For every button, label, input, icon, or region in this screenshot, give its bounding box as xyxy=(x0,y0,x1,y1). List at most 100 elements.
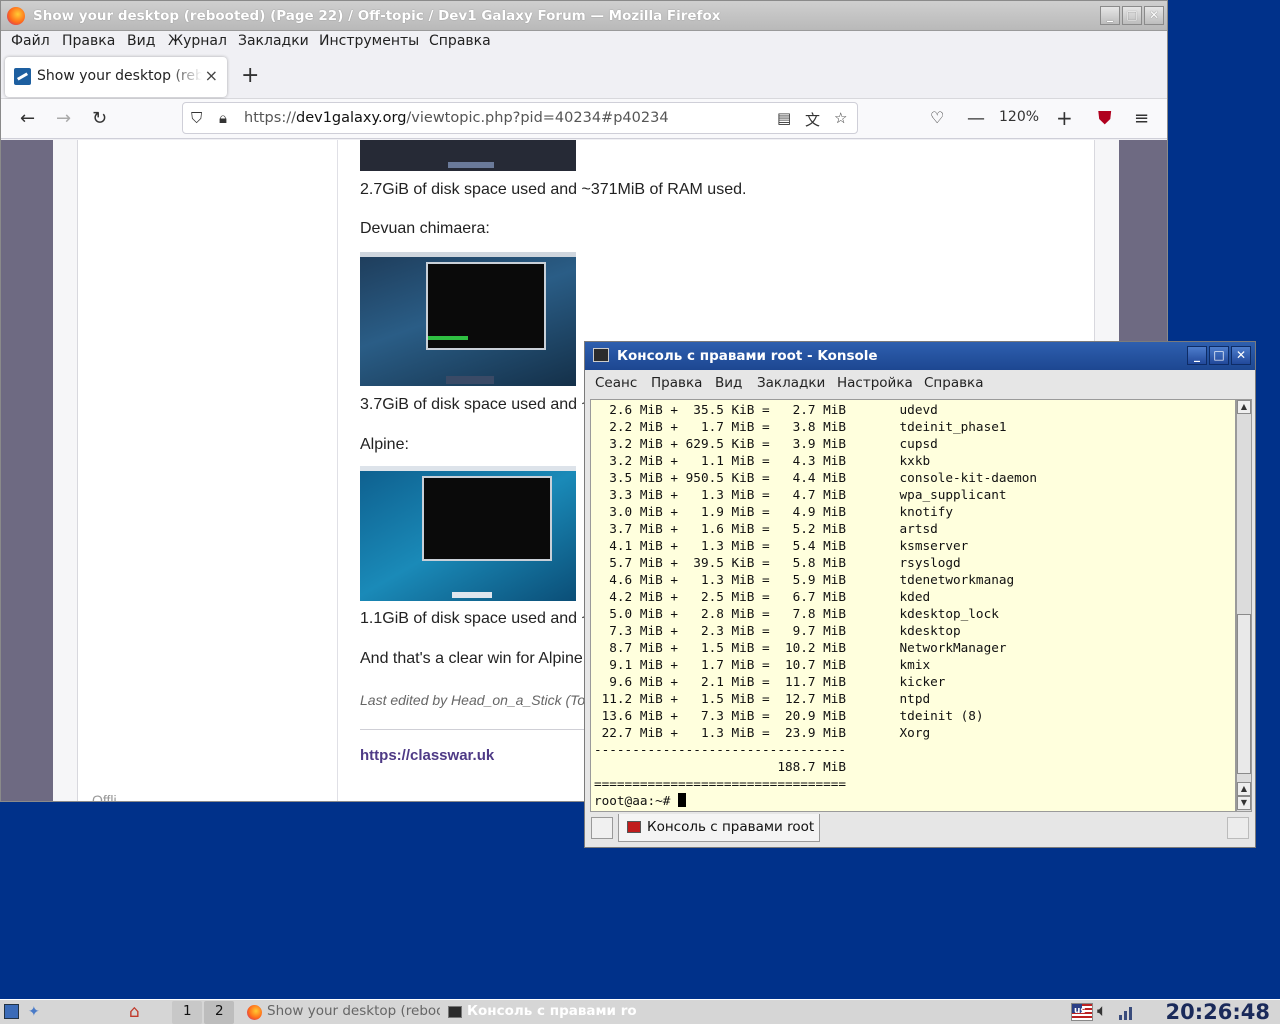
konsole-icon xyxy=(448,1006,462,1018)
firefox-titlebar[interactable]: Show your desktop (rebooted) (Page 22) /… xyxy=(1,1,1167,31)
taskbar-firefox-task[interactable]: Show your desktop (reboot xyxy=(240,1001,440,1024)
lock-icon[interactable]: 🔒︎ xyxy=(219,109,227,127)
back-icon[interactable]: ← xyxy=(20,108,35,129)
reader-view-icon[interactable]: ▤ xyxy=(777,109,791,127)
screenshot-thumbnail-devuan[interactable] xyxy=(360,252,576,386)
forward-icon[interactable]: → xyxy=(56,108,71,129)
post-text-line2: 3.7GiB of disk space used and ~ xyxy=(360,396,591,413)
konsole-tab-root[interactable]: Консоль с правами root xyxy=(618,814,820,842)
terminal-line: 22.7 MiB + 1.3 MiB = 23.9 MiB Xorg xyxy=(594,725,931,740)
app-menu-icon[interactable]: ≡ xyxy=(1134,108,1149,129)
scrollbar-thumb[interactable] xyxy=(1237,614,1251,774)
desktop-switcher-1[interactable]: 1 xyxy=(172,1001,202,1024)
pocket-icon[interactable]: ♡ xyxy=(930,108,944,127)
close-button[interactable]: ✕ xyxy=(1144,6,1164,25)
shield-icon[interactable]: ⛉ xyxy=(191,109,202,127)
konsole-menu-bar: Сеанс Правка Вид Закладки Настройка Спра… xyxy=(585,370,1255,396)
konsole-menu-session[interactable]: Сеанс xyxy=(595,375,637,391)
zoom-out-button[interactable]: — xyxy=(967,108,985,129)
terminal-line: 13.6 MiB + 7.3 MiB = 20.9 MiB tdeinit (8… xyxy=(594,708,984,723)
terminal-scrollbar[interactable]: ▲ ▲ ▼ xyxy=(1236,399,1252,812)
terminal-prompt-line[interactable]: root@aa:~# xyxy=(594,792,687,809)
author-status: Offli xyxy=(92,792,117,801)
konsole-menu-view[interactable]: Вид xyxy=(715,375,742,391)
translate-icon[interactable]: 文 xyxy=(805,109,820,130)
maximize-button[interactable]: □ xyxy=(1122,6,1142,25)
terminal-line: 3.7 MiB + 1.6 MiB = 5.2 MiB artsd xyxy=(594,521,938,536)
settings-icon[interactable]: ✦ xyxy=(28,1004,44,1020)
url-text[interactable]: https://dev1galaxy.org/viewtopic.php?pid… xyxy=(244,110,669,126)
terminal-line: 3.5 MiB + 950.5 KiB = 4.4 MiB console-ki… xyxy=(594,470,1038,485)
home-icon[interactable]: ⌂ xyxy=(129,1002,140,1022)
terminal-prompt: root@aa:~# xyxy=(594,793,679,808)
minimize-button[interactable]: _ xyxy=(1100,6,1120,25)
post-text-line1: 2.7GiB of disk space used and ~371MiB of… xyxy=(360,181,747,198)
network-signal-icon[interactable] xyxy=(1117,1004,1137,1020)
konsole-tab-label: Консоль с правами root xyxy=(647,819,815,835)
menu-edit[interactable]: Правка xyxy=(62,33,115,49)
close-session-icon[interactable] xyxy=(1227,817,1249,839)
terminal-line: 3.2 MiB + 1.1 MiB = 4.3 MiB kxkb xyxy=(594,453,931,468)
menu-help[interactable]: Справка xyxy=(429,33,491,49)
konsole-window: Консоль с правами root - Konsole _ □ ✕ С… xyxy=(584,341,1256,848)
window-title: Show your desktop (rebooted) (Page 22) /… xyxy=(33,8,721,24)
taskbar: ✦ ⌂ 1 2 Show your desktop (reboot Консол… xyxy=(0,999,1280,1024)
terminal-line: 7.3 MiB + 2.3 MiB = 9.7 MiB kdesktop xyxy=(594,623,961,638)
menu-file[interactable]: Файл xyxy=(11,33,50,49)
konsole-menu-help[interactable]: Справка xyxy=(924,375,983,391)
desktop-1-label: 1 xyxy=(183,1003,192,1019)
start-menu-icon[interactable] xyxy=(4,1004,19,1019)
scroll-up-icon[interactable]: ▲ xyxy=(1237,400,1251,414)
scroll-up-icon[interactable]: ▲ xyxy=(1237,782,1251,796)
terminal-line: 5.7 MiB + 39.5 KiB = 5.8 MiB rsyslogd xyxy=(594,555,961,570)
scroll-down-icon[interactable]: ▼ xyxy=(1237,796,1251,810)
terminal-separator: ================================= xyxy=(594,776,847,791)
konsole-menu-edit[interactable]: Правка xyxy=(651,375,702,391)
konsole-titlebar[interactable]: Консоль с правами root - Konsole _ □ ✕ xyxy=(585,342,1255,370)
menu-view[interactable]: Вид xyxy=(127,33,155,49)
tab-bar: Show your desktop (rebooted) (Page 22) /… xyxy=(1,53,1167,99)
terminal-output[interactable]: 2.6 MiB + 35.5 KiB = 2.7 MiB udevd 2.2 M… xyxy=(590,399,1236,812)
konsole-tab-bar: Консоль с правами root xyxy=(585,812,1255,847)
signature-link[interactable]: https://classwar.uk xyxy=(360,747,494,764)
tab-forum[interactable]: Show your desktop (rebooted) (Page 22) /… xyxy=(5,57,227,97)
text-cursor xyxy=(678,793,687,807)
keyboard-layout-flag-icon[interactable]: us xyxy=(1071,1003,1093,1021)
konsole-menu-settings[interactable]: Настройка xyxy=(837,375,913,391)
menu-history[interactable]: Журнал xyxy=(168,33,227,49)
konsole-maximize-button[interactable]: □ xyxy=(1209,346,1229,365)
konsole-window-title: Консоль с правами root - Konsole xyxy=(617,348,878,364)
menu-tools[interactable]: Инструменты xyxy=(319,33,419,49)
taskbar-firefox-label: Show your desktop (reboot xyxy=(267,1003,440,1019)
new-tab-button[interactable]: + xyxy=(241,63,259,88)
new-session-icon[interactable] xyxy=(591,817,613,839)
zoom-level[interactable]: 120% xyxy=(999,109,1039,125)
root-terminal-icon xyxy=(627,821,641,833)
screenshot-thumbnail-alpine[interactable] xyxy=(360,466,576,601)
terminal-line: 5.0 MiB + 2.8 MiB = 7.8 MiB kdesktop_loc… xyxy=(594,606,999,621)
konsole-menu-bookmarks[interactable]: Закладки xyxy=(757,375,825,391)
menu-bookmarks[interactable]: Закладки xyxy=(238,33,309,49)
url-bar[interactable]: ⛉ 🔒︎ https://dev1galaxy.org/viewtopic.ph… xyxy=(182,102,858,134)
zoom-in-button[interactable]: + xyxy=(1056,106,1073,130)
firefox-logo-icon xyxy=(7,7,25,25)
firefox-icon xyxy=(247,1005,262,1020)
screenshot-thumbnail-1[interactable] xyxy=(360,140,576,171)
terminal-line: 9.1 MiB + 1.7 MiB = 10.7 MiB kmix xyxy=(594,657,931,672)
konsole-close-button[interactable]: ✕ xyxy=(1231,346,1251,365)
dev1galaxy-favicon-icon xyxy=(14,68,31,85)
taskbar-konsole-task[interactable]: Консоль с правами ro xyxy=(444,1001,640,1024)
ublock-icon[interactable]: ⛊ xyxy=(1098,108,1112,129)
desktop-switcher-2[interactable]: 2 xyxy=(204,1001,234,1024)
clock[interactable]: 20:26:48 xyxy=(1166,1000,1270,1024)
reload-icon[interactable]: ↻ xyxy=(92,108,107,129)
tab-close-icon[interactable]: × xyxy=(205,66,218,85)
bookmark-star-icon[interactable]: ☆ xyxy=(834,109,847,127)
volume-icon[interactable]: 🔈︎ xyxy=(1097,1001,1107,1021)
terminal-line: 4.1 MiB + 1.3 MiB = 5.4 MiB ksmserver xyxy=(594,538,969,553)
conclusion-text: And that's a clear win for Alpine. xyxy=(360,650,588,667)
devuan-label: Devuan chimaera: xyxy=(360,220,490,237)
desktop-2-label: 2 xyxy=(215,1003,224,1019)
konsole-minimize-button[interactable]: _ xyxy=(1187,346,1207,365)
terminal-total: 188.7 MiB xyxy=(594,759,847,774)
